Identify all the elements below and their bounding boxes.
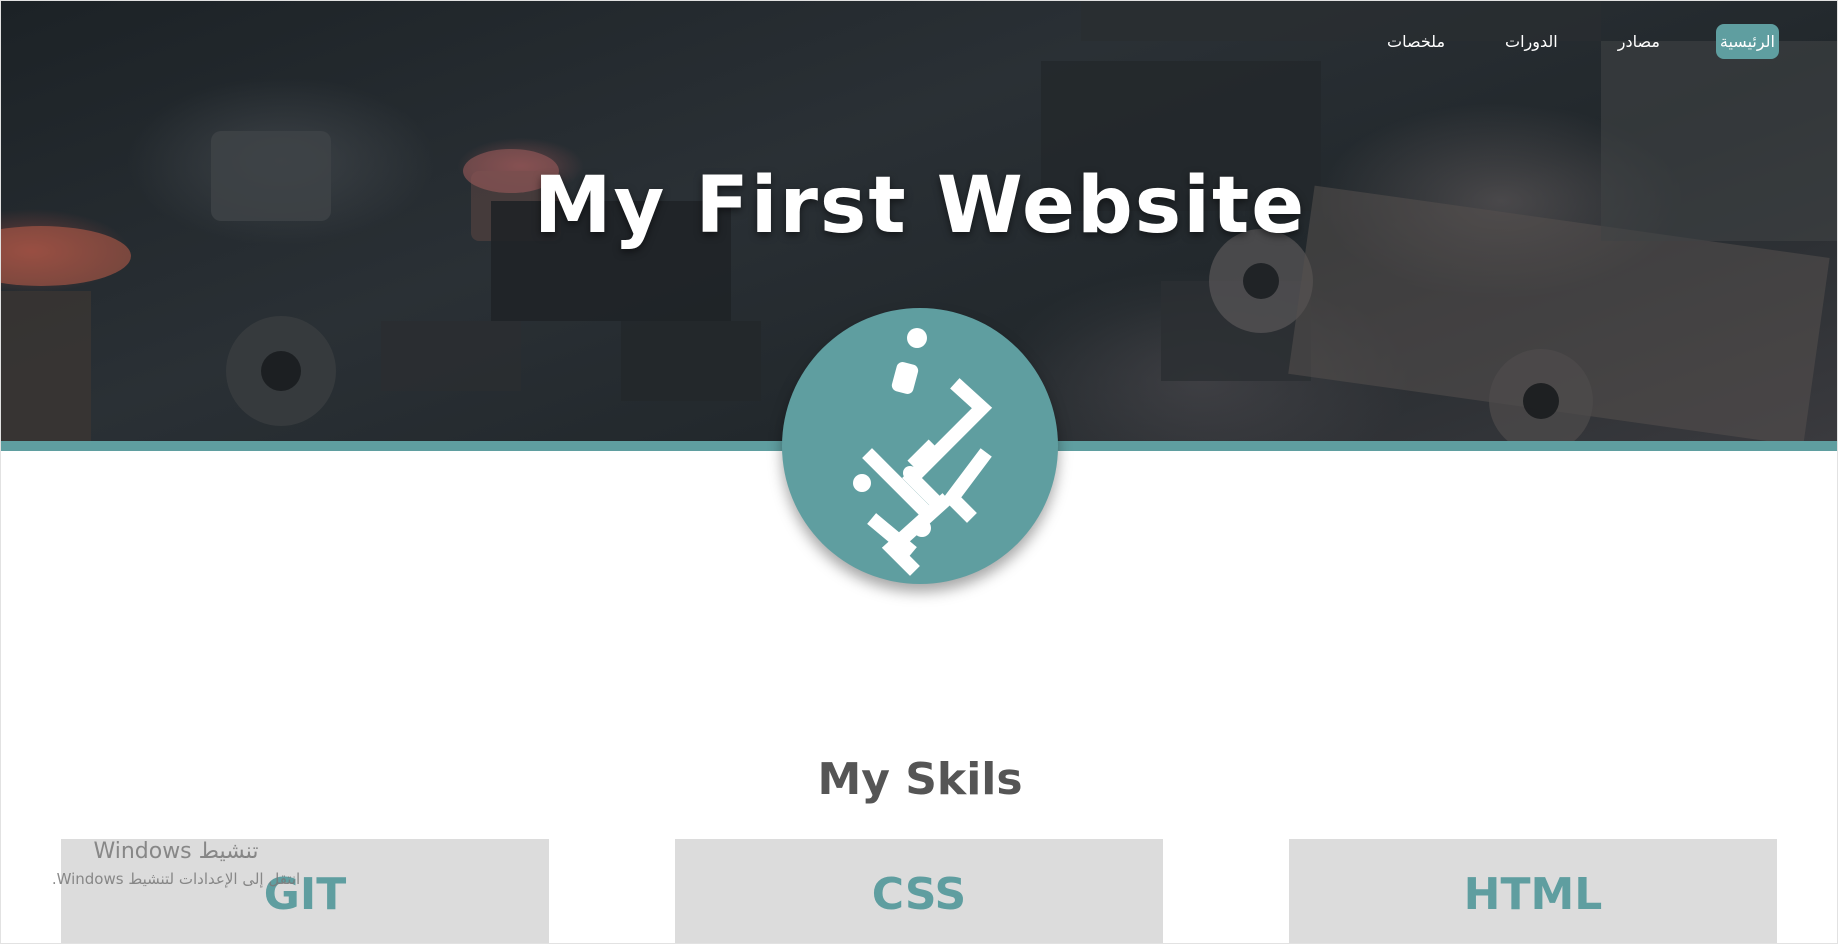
skill-label: CSS: [871, 869, 967, 920]
nav-item-summaries[interactable]: ملخصات: [1383, 24, 1449, 59]
skill-card-html: HTML: [1289, 839, 1777, 943]
skill-card-css: CSS: [675, 839, 1163, 943]
nav-item-resources[interactable]: مصادر: [1614, 24, 1664, 59]
arabic-calligraphy-logo-icon: [853, 328, 993, 576]
nav-item-courses[interactable]: الدورات: [1501, 24, 1562, 59]
skill-label: HTML: [1463, 869, 1603, 920]
page: ملخصات الدورات مصادر الرئيسية My First W…: [0, 0, 1838, 944]
watermark-title: تنشيط Windows: [93, 839, 259, 864]
windows-activation-watermark: تنشيط Windows انتقل إلى الإعدادات لتنشيط…: [31, 839, 321, 888]
main-nav: ملخصات الدورات مصادر الرئيسية: [1383, 23, 1779, 59]
site-logo: [782, 308, 1058, 584]
skills-section-title: My Skils: [817, 753, 1023, 805]
hero-title: My First Website: [533, 161, 1307, 251]
watermark-subtitle: انتقل إلى الإعدادات لتنشيط Windows.: [51, 870, 301, 888]
nav-item-home[interactable]: الرئيسية: [1715, 23, 1779, 59]
